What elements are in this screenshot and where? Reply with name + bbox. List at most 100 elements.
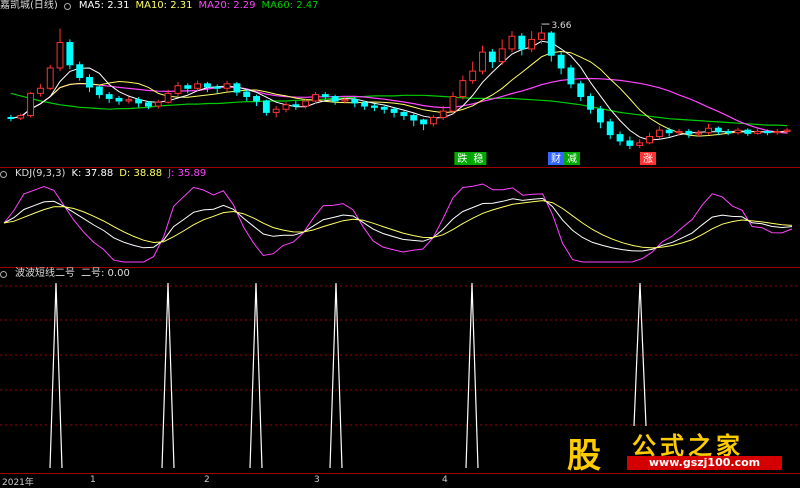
candle-down: [577, 83, 585, 98]
candle-down: [488, 51, 496, 63]
signal-spike: [49, 282, 63, 469]
candle-down: [616, 134, 624, 142]
candle-down: [253, 96, 260, 102]
candle-up: [125, 99, 133, 102]
candle-down: [115, 97, 123, 102]
candle-up: [498, 48, 506, 63]
candle-down: [76, 64, 84, 78]
candle-down: [400, 111, 408, 117]
ma5-label: MA5: 2.31: [78, 0, 130, 11]
sub-value: 二号: 0.00: [81, 268, 130, 279]
candle-down: [184, 85, 192, 89]
candle-up: [282, 104, 290, 110]
candle-up: [754, 130, 762, 134]
signal-spike: [329, 282, 343, 469]
price-panel: 3.66 跌稳 财减 涨 嘉凯城(日线) MA5: 2.31 MA10: 2.31 M…: [0, 0, 800, 167]
candle-down: [665, 129, 673, 134]
ma10-line: [10, 50, 788, 137]
candle-down: [105, 94, 113, 99]
candle-up: [56, 42, 64, 69]
axis-label: 3: [314, 475, 320, 485]
candle-down: [410, 115, 418, 121]
kdj-header: KDJ(9,3,3) K: 37.88 D: 38.88 J: 35.89: [0, 168, 206, 180]
candle-up: [154, 101, 162, 107]
candle-down: [233, 83, 241, 93]
j-line: [3, 183, 793, 263]
ma10-label: MA10: 2.31: [135, 0, 193, 11]
d-value: D: 38.88: [119, 168, 163, 179]
candle-up: [675, 130, 683, 134]
candle-up: [17, 115, 25, 119]
candle-down: [66, 42, 74, 66]
candle-down: [292, 104, 300, 107]
signal-tag-text: 稳: [473, 152, 483, 165]
candle-up: [469, 70, 477, 82]
candle-down: [351, 99, 359, 104]
candle-down: [213, 86, 221, 89]
candle-down: [390, 108, 398, 113]
candle-up: [223, 83, 231, 89]
sub-title: 波波短线二号: [15, 268, 75, 279]
k-line: [3, 197, 793, 252]
candle-up: [508, 35, 516, 50]
candle-down: [547, 32, 555, 56]
candle-down: [135, 99, 143, 104]
k-value: K: 37.88: [71, 168, 114, 179]
candle-up: [705, 127, 712, 134]
ma20-line: [10, 77, 788, 134]
candle-down: [567, 67, 575, 85]
logo-char: 股: [567, 436, 601, 476]
candle-down: [557, 54, 565, 69]
candle-up: [459, 80, 467, 98]
time-axis: 2021年 1 2 3 4: [0, 473, 800, 488]
candle-down: [724, 130, 732, 134]
candle-down: [714, 127, 722, 132]
sub-circle-icon[interactable]: [0, 270, 7, 278]
candle-down: [321, 94, 329, 98]
candle-up: [272, 108, 280, 113]
signal-tag-text: 跌: [457, 152, 467, 165]
candle-down: [331, 96, 339, 102]
settings-circle-icon[interactable]: [63, 2, 71, 10]
candle-up: [302, 100, 310, 107]
ma20-label: MA20: 2.29: [198, 0, 256, 11]
signal-tag-text: 财: [551, 152, 561, 165]
ma60-label: MA60: 2.47: [261, 0, 319, 11]
candle-down: [7, 116, 15, 119]
candle-down: [518, 35, 526, 50]
price-header: 嘉凯城(日线) MA5: 2.31 MA10: 2.31 MA20: 2.29 …: [0, 0, 319, 12]
candle-up: [538, 32, 545, 40]
candle-up: [439, 110, 447, 118]
candle-up: [341, 99, 349, 102]
candle-down: [420, 119, 428, 125]
candle-up: [312, 94, 319, 102]
candle-up: [46, 67, 54, 89]
candle-up: [773, 130, 781, 134]
site-logo: 股 公式之家 www.gszj100.com: [557, 424, 792, 476]
candle-down: [744, 129, 752, 134]
signal-tag-text: 涨: [643, 153, 653, 165]
candle-down: [370, 105, 378, 108]
candle-down: [243, 91, 251, 98]
candle-down: [587, 96, 595, 110]
kdj-title: KDJ(9,3,3): [15, 168, 66, 179]
peak-label: 3.66: [551, 21, 571, 31]
candle-up: [646, 136, 653, 144]
sub-header: 波波短线二号 二号: 0.00: [0, 268, 130, 280]
candle-down: [596, 108, 604, 123]
d-line: [3, 200, 793, 249]
axis-label: 4: [442, 475, 448, 485]
stock-title: 嘉凯城(日线): [0, 0, 58, 11]
candle-up: [528, 38, 536, 50]
signal-spike: [249, 282, 263, 469]
axis-label: 1: [90, 475, 96, 485]
kdj-circle-icon[interactable]: [0, 170, 7, 178]
candle-up: [36, 87, 44, 94]
price-chart: 3.66 跌稳 财减 涨: [7, 21, 791, 165]
signal-tag-text: 减: [567, 153, 577, 165]
candle-up: [783, 129, 791, 132]
candle-up: [27, 92, 35, 117]
signal-spike: [465, 282, 479, 469]
ma5-line: [10, 40, 788, 141]
candle-down: [685, 130, 693, 135]
